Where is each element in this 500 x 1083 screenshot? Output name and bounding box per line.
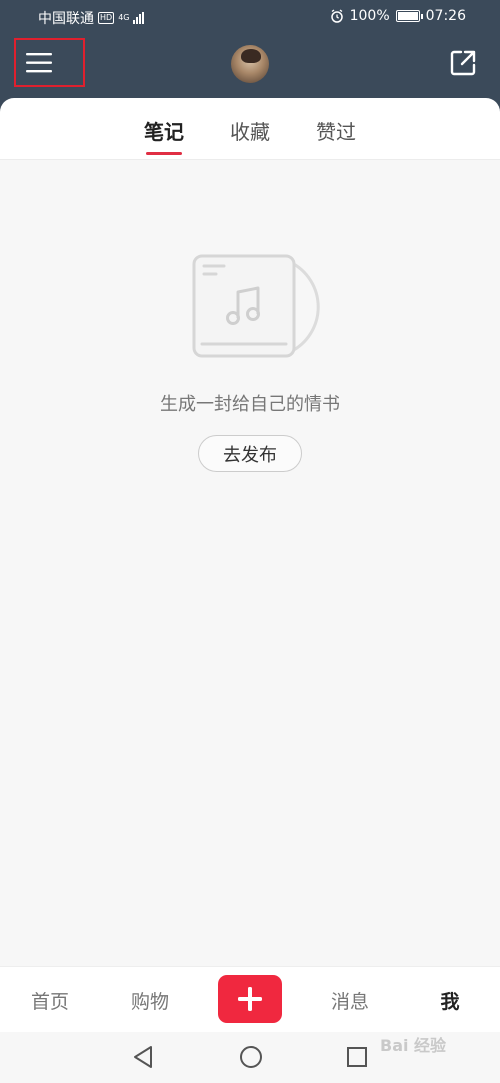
share-external-icon[interactable]	[448, 48, 478, 78]
nav-messages[interactable]: 消息	[320, 987, 380, 1014]
publish-button[interactable]: 去发布	[198, 435, 302, 472]
alarm-icon	[330, 9, 343, 23]
signal-icon	[133, 12, 145, 24]
back-icon[interactable]	[131, 1044, 155, 1070]
network-type: 4G	[118, 13, 130, 22]
menu-button[interactable]	[14, 38, 85, 87]
bottom-navigation: 首页 购物 消息 我	[0, 966, 500, 1032]
tab-notes[interactable]: 笔记	[144, 116, 184, 155]
battery-percent: 100%	[349, 8, 390, 24]
nav-home[interactable]: 首页	[20, 987, 80, 1014]
home-circle-icon[interactable]	[238, 1044, 264, 1070]
battery-icon	[395, 10, 423, 22]
tab-bar: 笔记 收藏 赞过	[0, 98, 500, 160]
create-post-button[interactable]	[218, 975, 282, 1023]
clock: 07:26	[425, 8, 466, 24]
hamburger-icon	[26, 52, 52, 72]
tab-favorites[interactable]: 收藏	[230, 116, 270, 153]
nav-shopping[interactable]: 购物	[120, 987, 180, 1014]
watermark-logo: Bai 经验	[380, 1036, 447, 1055]
hd-badge: HD	[98, 12, 115, 24]
nav-me[interactable]: 我	[420, 987, 480, 1014]
music-record-illustration-icon	[192, 254, 320, 358]
status-bar: 中国联通 HD 4G 100% 07:26	[0, 0, 500, 34]
carrier-label: 中国联通	[38, 11, 94, 27]
recents-square-icon[interactable]	[345, 1044, 369, 1070]
plus-icon	[238, 987, 262, 1011]
tab-liked[interactable]: 赞过	[316, 116, 356, 153]
avatar[interactable]	[231, 45, 269, 83]
empty-state-message: 生成一封给自己的情书	[160, 394, 340, 415]
